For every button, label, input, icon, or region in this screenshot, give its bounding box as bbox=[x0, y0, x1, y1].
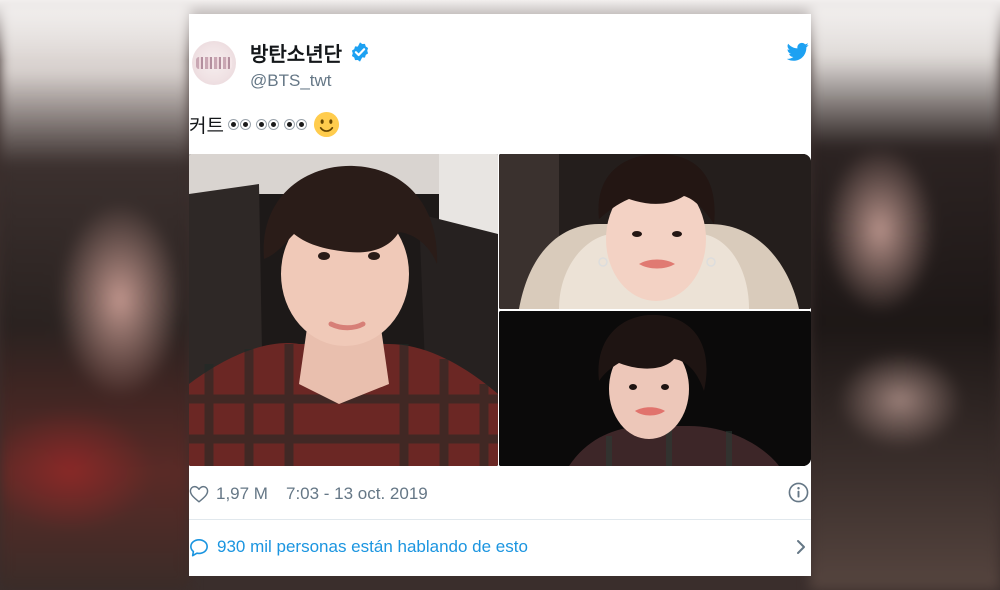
tweet-metadata: 1,97 M 7:03 - 13 oct. 2019 bbox=[189, 482, 811, 506]
slightly-smiling-face-emoji bbox=[313, 111, 340, 138]
conversation-link[interactable]: 930 mil personas están hablando de esto bbox=[189, 534, 811, 560]
tweet-text-content: 커트 bbox=[189, 115, 224, 137]
speech-bubble-icon bbox=[190, 538, 208, 556]
heart-icon[interactable] bbox=[189, 485, 209, 503]
tweet-text: 커트 bbox=[189, 111, 340, 138]
divider bbox=[189, 519, 811, 520]
author-handle[interactable]: @BTS_twt bbox=[250, 71, 332, 91]
tweet-card: 방탄소년단 @BTS_twt 커트 1,97 M 7:03 - 13 oct. … bbox=[189, 14, 811, 576]
tweet-media-grid bbox=[189, 154, 811, 466]
chevron-right-icon[interactable] bbox=[796, 539, 806, 555]
author-name-row: 방탄소년단 bbox=[250, 38, 371, 67]
tweet-photo-2[interactable] bbox=[499, 154, 811, 309]
tweet-timestamp[interactable]: 7:03 - 13 oct. 2019 bbox=[286, 484, 428, 504]
blurred-photo-left bbox=[0, 0, 190, 590]
verified-badge-icon bbox=[351, 42, 369, 62]
blurred-photo-right bbox=[810, 0, 1000, 590]
eyes-emoji-row bbox=[227, 119, 311, 130]
tweet-photo-3[interactable] bbox=[499, 311, 811, 466]
display-name[interactable]: 방탄소년단 bbox=[250, 38, 342, 67]
avatar-group-photo bbox=[196, 57, 232, 69]
like-count[interactable]: 1,97 M bbox=[216, 484, 268, 504]
tweet-photo-1[interactable] bbox=[189, 154, 498, 466]
conversation-link-text[interactable]: 930 mil personas están hablando de esto bbox=[217, 537, 528, 557]
info-icon[interactable] bbox=[788, 482, 809, 503]
profile-avatar[interactable] bbox=[192, 41, 236, 85]
twitter-bird-icon[interactable] bbox=[787, 42, 809, 62]
